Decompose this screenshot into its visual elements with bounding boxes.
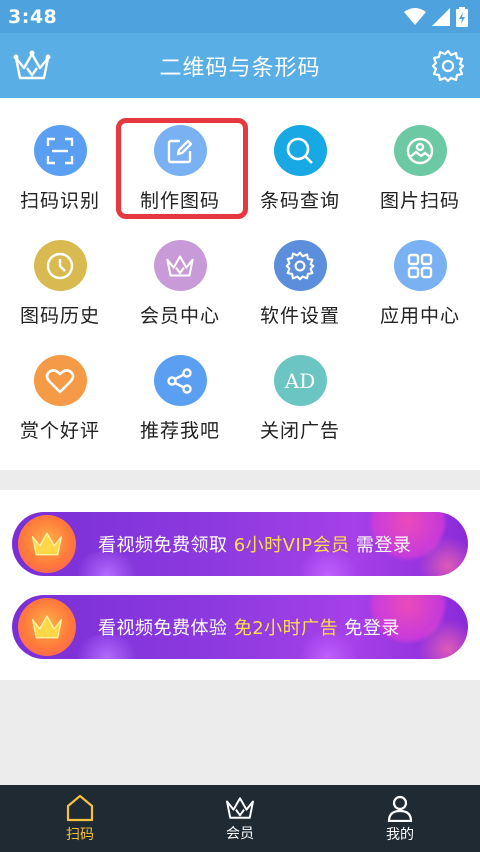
vip-reward-banner[interactable]: 看视频免费领取 6小时VIP会员 需登录 [12, 512, 468, 576]
grid-item-barcode-query[interactable]: 条码查询 [240, 98, 360, 213]
bottom-tab-bar: 扫码 会员 我的 [0, 785, 480, 852]
ad-icon: AD [273, 355, 327, 406]
grid-label: 扫码识别 [19, 190, 100, 212]
picture-icon [393, 125, 447, 176]
crown-icon [226, 796, 254, 819]
status-icons [404, 6, 468, 27]
banner-text: 看视频免费领取 6小时VIP会员 需登录 [98, 535, 412, 556]
tab-vip[interactable]: 会员 [160, 785, 320, 852]
status-time: 3:48 [8, 5, 58, 28]
tab-scan[interactable]: 扫码 [0, 785, 160, 852]
grid-label: 应用中心 [379, 305, 460, 327]
battery-icon [456, 6, 468, 27]
crown-icon [18, 598, 76, 656]
grid-label: 条码查询 [259, 190, 340, 212]
crown-icon [153, 240, 207, 291]
home-icon [66, 794, 94, 821]
ad-free-banner[interactable]: 看视频免费体验 免2小时广告 免登录 [12, 595, 468, 659]
grid-label: 赏个好评 [19, 420, 100, 442]
ad-icon-text: AD [284, 368, 316, 393]
user-icon [387, 795, 413, 822]
apps-icon [393, 240, 447, 291]
grid-item-close-ads[interactable]: AD 关闭广告 [240, 328, 360, 443]
grid-item-vip-center[interactable]: 会员中心 [120, 213, 240, 328]
vip-crown-button[interactable] [12, 46, 52, 86]
grid-label: 推荐我吧 [139, 420, 220, 442]
grid-label: 软件设置 [259, 305, 340, 327]
grid-item-rate[interactable]: 赏个好评 [0, 328, 120, 443]
grid-item-scan[interactable]: 扫码识别 [0, 98, 120, 213]
grid-item-recommend[interactable]: 推荐我吧 [120, 328, 240, 443]
wifi-icon [404, 7, 426, 25]
banner-section: 看视频免费领取 6小时VIP会员 需登录 看视频免费体验 免2小时广告 免登录 [0, 490, 480, 680]
crown-icon [13, 50, 51, 80]
grid-item-app-center[interactable]: 应用中心 [360, 213, 480, 328]
tab-label: 会员 [226, 825, 254, 842]
status-bar: 3:48 [0, 0, 480, 33]
tab-label: 我的 [386, 826, 414, 843]
highlight-box [116, 118, 248, 219]
gear-icon [431, 49, 465, 83]
crown-icon [18, 515, 76, 573]
search-icon [273, 125, 327, 176]
tab-label: 扫码 [66, 826, 94, 843]
grid-label: 图码历史 [19, 305, 100, 327]
grid-item-settings[interactable]: 软件设置 [240, 213, 360, 328]
clock-icon [33, 240, 87, 291]
grid-label: 会员中心 [139, 305, 220, 327]
app-header: 二维码与条形码 [0, 33, 480, 98]
heart-icon [33, 355, 87, 406]
grid-label: 关闭广告 [259, 420, 340, 442]
page-title: 二维码与条形码 [159, 55, 321, 81]
grid-item-history[interactable]: 图码历史 [0, 213, 120, 328]
tab-mine[interactable]: 我的 [320, 785, 480, 852]
settings-button[interactable] [428, 46, 468, 86]
signal-icon [432, 7, 450, 26]
gear-icon [273, 240, 327, 291]
scan-frame-icon [33, 125, 87, 176]
share-icon [153, 355, 207, 406]
grid-label: 图片扫码 [379, 190, 460, 212]
banner-text: 看视频免费体验 免2小时广告 免登录 [98, 618, 400, 639]
grid-item-picture-scan[interactable]: 图片扫码 [360, 98, 480, 213]
